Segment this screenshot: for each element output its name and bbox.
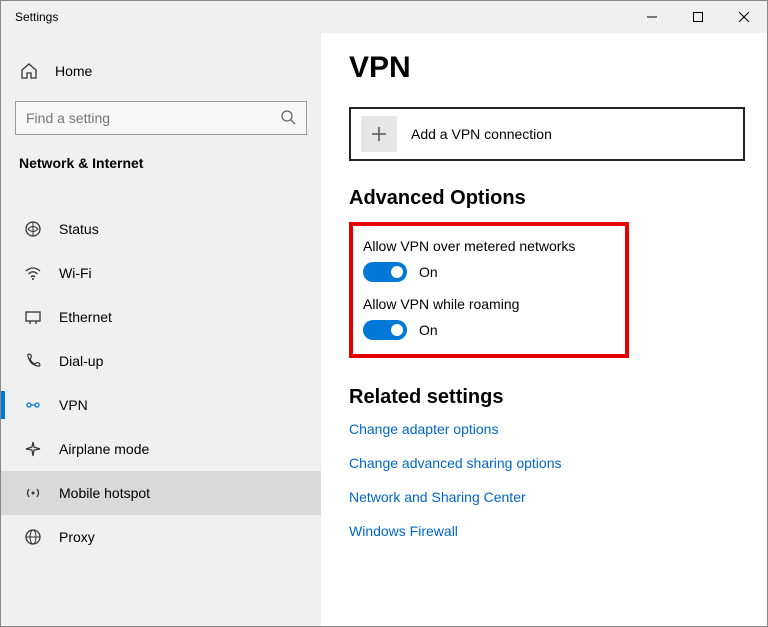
link-windows-firewall[interactable]: Windows Firewall <box>349 523 745 539</box>
hotspot-icon <box>23 483 43 503</box>
sidebar-item-airplane[interactable]: Airplane mode <box>1 427 321 471</box>
sidebar-item-label: Wi-Fi <box>59 265 92 281</box>
search-input[interactable] <box>26 110 280 126</box>
airplane-icon <box>23 439 43 459</box>
status-icon <box>23 219 43 239</box>
sidebar-item-label: Dial-up <box>59 353 103 369</box>
plus-icon <box>361 116 397 152</box>
advanced-options-heading: Advanced Options <box>349 187 745 210</box>
vpn-icon <box>23 395 43 415</box>
titlebar: Settings <box>1 1 767 33</box>
sidebar-item-hotspot[interactable]: Mobile hotspot <box>1 471 321 515</box>
roaming-state: On <box>419 322 438 338</box>
highlighted-region: Allow VPN over metered networks On Allow… <box>349 222 629 358</box>
metered-state: On <box>419 264 438 280</box>
proxy-icon <box>23 527 43 547</box>
metered-toggle[interactable] <box>363 262 407 282</box>
sidebar-item-label: Airplane mode <box>59 441 149 457</box>
nav-section-title: Network & Internet <box>1 149 321 189</box>
sidebar: Home Network & Internet Status <box>1 33 321 626</box>
main-panel: VPN Add a VPN connection Advanced Option… <box>321 33 767 626</box>
sidebar-item-label: VPN <box>59 397 88 413</box>
home-button[interactable]: Home <box>1 51 321 91</box>
roaming-toggle[interactable] <box>363 320 407 340</box>
sidebar-item-ethernet[interactable]: Ethernet <box>1 295 321 339</box>
sidebar-item-label: Proxy <box>59 529 95 545</box>
sidebar-item-dialup[interactable]: Dial-up <box>1 339 321 383</box>
minimize-button[interactable] <box>629 1 675 33</box>
home-label: Home <box>55 63 92 79</box>
add-vpn-button[interactable]: Add a VPN connection <box>349 107 745 161</box>
roaming-label: Allow VPN while roaming <box>363 296 575 312</box>
sidebar-item-status[interactable]: Status <box>1 207 321 251</box>
link-network-sharing-center[interactable]: Network and Sharing Center <box>349 489 745 505</box>
metered-label: Allow VPN over metered networks <box>363 238 575 254</box>
sidebar-item-label: Mobile hotspot <box>59 485 150 501</box>
link-adapter-options[interactable]: Change adapter options <box>349 421 745 437</box>
wifi-icon <box>23 263 43 283</box>
related-settings-heading: Related settings <box>349 386 745 409</box>
home-icon <box>19 61 39 81</box>
window-title: Settings <box>15 10 58 24</box>
maximize-button[interactable] <box>675 1 721 33</box>
sidebar-item-vpn[interactable]: VPN <box>1 383 321 427</box>
sidebar-item-label: Status <box>59 221 99 237</box>
link-sharing-options[interactable]: Change advanced sharing options <box>349 455 745 471</box>
search-box[interactable] <box>15 101 307 135</box>
sidebar-item-proxy[interactable]: Proxy <box>1 515 321 559</box>
dialup-icon <box>23 351 43 371</box>
search-icon <box>280 109 296 128</box>
add-vpn-label: Add a VPN connection <box>411 126 552 142</box>
ethernet-icon <box>23 307 43 327</box>
page-title: VPN <box>349 51 745 85</box>
sidebar-item-wifi[interactable]: Wi-Fi <box>1 251 321 295</box>
sidebar-item-label: Ethernet <box>59 309 112 325</box>
close-button[interactable] <box>721 1 767 33</box>
